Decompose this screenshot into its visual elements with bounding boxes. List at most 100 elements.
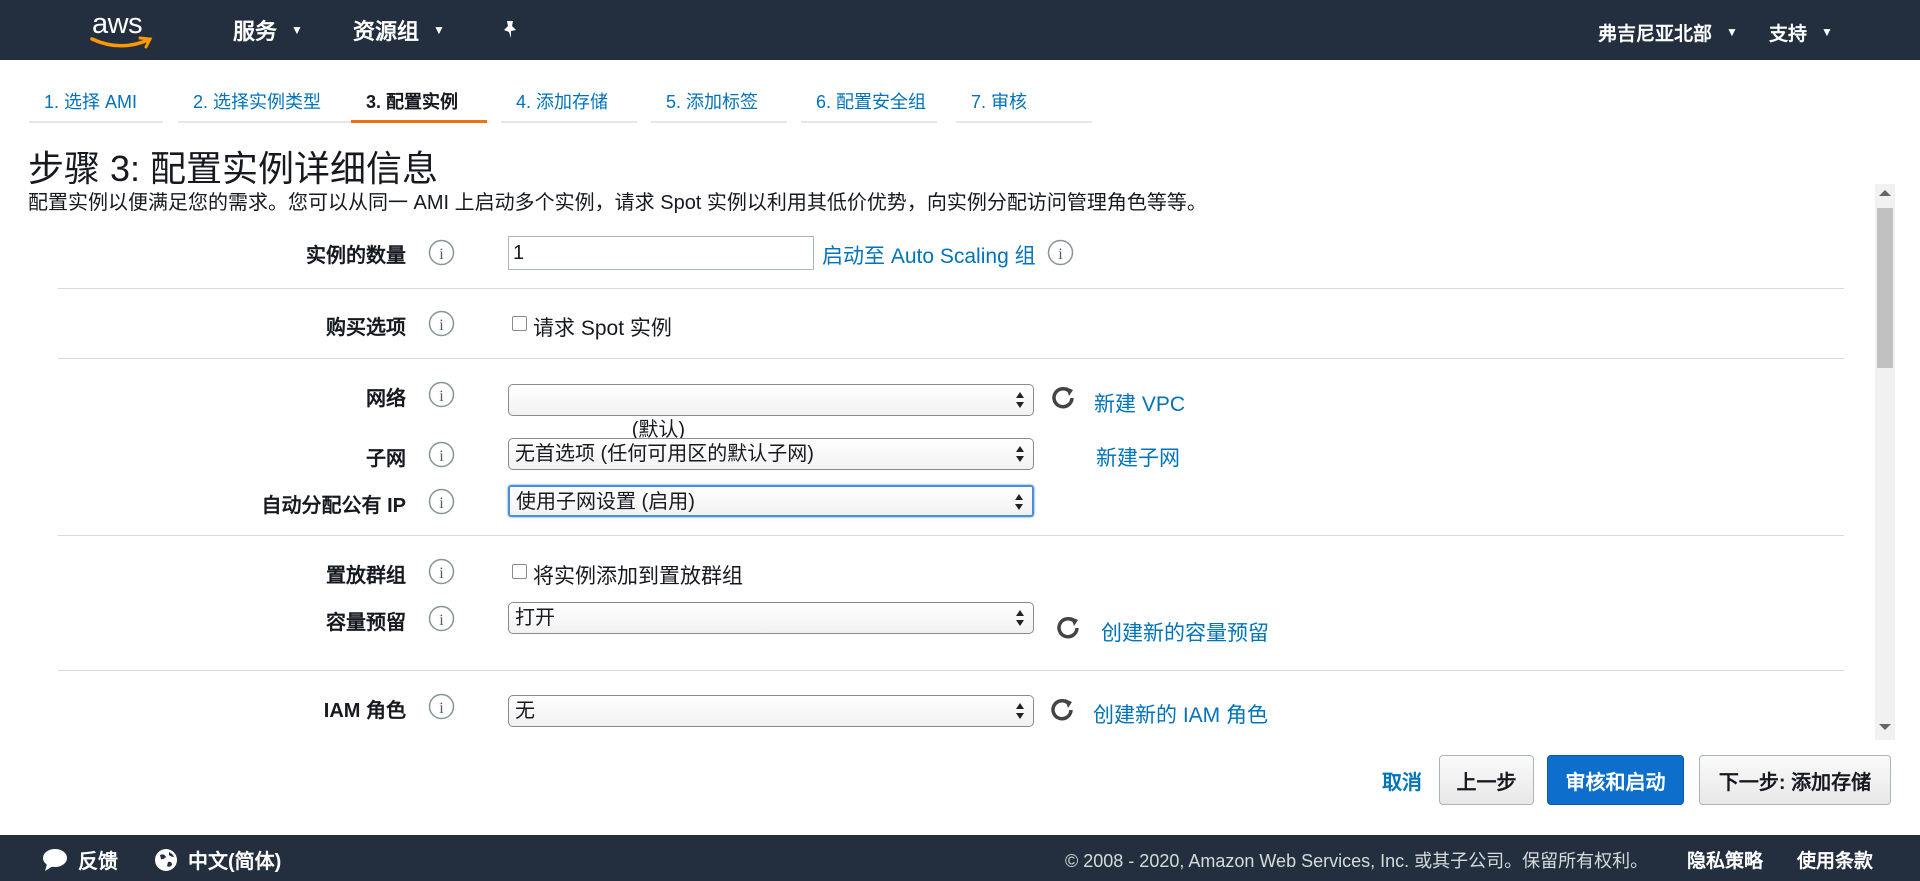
- select-arrows-icon: [1016, 703, 1024, 719]
- page-description: 配置实例以便满足您的需求。您可以从同一 AMI 上启动多个实例，请求 Spot …: [28, 192, 1207, 214]
- info-icon[interactable]: i: [428, 558, 455, 585]
- auto-scaling-link[interactable]: 启动至 Auto Scaling 组: [822, 240, 1036, 270]
- info-icon[interactable]: i: [428, 310, 455, 337]
- section-divider: [58, 358, 1844, 359]
- public-ip-label: 自动分配公有 IP: [261, 495, 406, 517]
- terms-of-use-link[interactable]: 使用条款: [1797, 846, 1873, 873]
- placement-group-checkbox-label: 将实例添加到置放群组: [533, 565, 743, 588]
- tab-add-tags[interactable]: 5. 添加标签: [651, 80, 787, 123]
- public-ip-select-value: 使用子网设置 (启用): [516, 491, 695, 513]
- support-menu[interactable]: 支持 ▼: [1769, 16, 1833, 48]
- info-icon[interactable]: i: [428, 381, 455, 408]
- select-arrows-icon: [1015, 494, 1023, 510]
- svg-text:i: i: [1058, 246, 1063, 263]
- spot-request-option[interactable]: 请求 Spot 实例: [512, 312, 672, 342]
- capacity-reservation-label: 容量预留: [326, 612, 406, 634]
- refresh-icon[interactable]: [1048, 696, 1076, 724]
- instance-count-label: 实例的数量: [306, 245, 406, 267]
- resource-groups-menu[interactable]: 资源组 ▼: [353, 14, 445, 46]
- info-icon[interactable]: i: [428, 488, 455, 515]
- cancel-button[interactable]: 取消: [1366, 755, 1438, 805]
- feedback-button[interactable]: 反馈: [42, 845, 118, 874]
- language-selector[interactable]: 中文(简体): [154, 845, 281, 874]
- aws-logo[interactable]: aws: [90, 8, 160, 52]
- svg-text:i: i: [439, 700, 444, 717]
- support-label: 支持: [1769, 23, 1808, 45]
- region-menu[interactable]: 弗吉尼亚北部 ▼: [1598, 16, 1738, 48]
- tab-add-storage[interactable]: 4. 添加存储: [501, 80, 637, 123]
- spot-request-checkbox[interactable]: [512, 315, 527, 331]
- next-add-storage-button[interactable]: 下一步: 添加存储: [1699, 755, 1891, 805]
- svg-text:i: i: [439, 317, 444, 334]
- subnet-select[interactable]: 无首选项 (任何可用区的默认子网): [508, 438, 1034, 470]
- iam-role-select[interactable]: 无: [508, 695, 1034, 727]
- svg-text:i: i: [439, 495, 444, 512]
- purchase-option-label: 购买选项: [326, 317, 406, 339]
- svg-text:i: i: [439, 448, 444, 465]
- tab-configure-instance[interactable]: 3. 配置实例: [351, 80, 487, 123]
- tab-configure-security-group[interactable]: 6. 配置安全组: [801, 80, 937, 123]
- globe-icon: [155, 848, 177, 871]
- previous-button[interactable]: 上一步: [1439, 755, 1534, 805]
- iam-role-value: 无: [515, 700, 535, 722]
- chevron-down-icon: ▼: [1821, 25, 1833, 39]
- iam-role-label: IAM 角色: [323, 700, 406, 722]
- copyright-text: © 2008 - 2020, Amazon Web Services, Inc.…: [1065, 851, 1649, 871]
- tab-review[interactable]: 7. 审核: [956, 80, 1092, 123]
- vertical-scrollbar[interactable]: [1875, 184, 1895, 740]
- page-title: 步骤 3: 配置实例详细信息: [28, 148, 439, 189]
- svg-text:i: i: [439, 388, 444, 405]
- info-icon[interactable]: i: [428, 693, 455, 720]
- placement-group-option[interactable]: 将实例添加到置放群组: [512, 560, 743, 590]
- scroll-down-arrow-icon[interactable]: [1879, 724, 1891, 730]
- scroll-up-arrow-icon[interactable]: [1879, 190, 1891, 196]
- smile-arrow-icon: [90, 36, 153, 49]
- create-vpc-link[interactable]: 新建 VPC: [1094, 388, 1185, 418]
- console-footer: 反馈 中文(简体) © 2008 - 2020, Amazon Web Serv…: [0, 835, 1920, 881]
- select-arrows-icon: [1016, 392, 1024, 408]
- tab-choose-ami[interactable]: 1. 选择 AMI: [29, 80, 163, 123]
- section-divider: [58, 288, 1844, 289]
- instance-count-input[interactable]: 1: [508, 236, 814, 270]
- create-iam-role-link[interactable]: 创建新的 IAM 角色: [1093, 699, 1268, 729]
- svg-text:i: i: [439, 612, 444, 629]
- capacity-reservation-select[interactable]: 打开: [508, 602, 1034, 634]
- placement-group-checkbox[interactable]: [512, 563, 527, 579]
- info-icon[interactable]: i: [428, 605, 455, 632]
- placement-group-label: 置放群组: [326, 565, 406, 587]
- chevron-down-icon: ▼: [291, 23, 303, 37]
- section-divider: [58, 535, 1844, 536]
- scrollbar-thumb[interactable]: [1877, 208, 1893, 368]
- subnet-select-value: 无首选项 (任何可用区的默认子网): [515, 443, 814, 465]
- network-select[interactable]: (默认): [508, 384, 1034, 441]
- select-arrows-icon: [1016, 610, 1024, 626]
- spot-request-label: 请求 Spot 实例: [533, 317, 672, 340]
- feedback-label: 反馈: [78, 851, 118, 873]
- select-arrows-icon: [1016, 446, 1024, 462]
- create-subnet-link[interactable]: 新建子网: [1096, 442, 1180, 472]
- refresh-icon[interactable]: [1054, 614, 1082, 642]
- capacity-reservation-value: 打开: [515, 607, 555, 629]
- refresh-icon[interactable]: [1049, 384, 1077, 412]
- speech-bubble-icon: [43, 848, 67, 871]
- language-label: 中文(简体): [188, 851, 282, 873]
- subnet-label: 子网: [366, 448, 406, 470]
- top-navigation-bar: aws 服务 ▼ 资源组 ▼ 弗吉尼亚北部 ▼ 支持 ▼: [0, 0, 1920, 60]
- review-and-launch-button[interactable]: 审核和启动: [1547, 755, 1684, 805]
- privacy-policy-link[interactable]: 隐私策略: [1687, 846, 1763, 873]
- svg-text:i: i: [439, 246, 444, 263]
- info-icon[interactable]: i: [428, 441, 455, 468]
- chevron-down-icon: ▼: [1726, 25, 1738, 39]
- chevron-down-icon: ▼: [433, 23, 445, 37]
- services-label: 服务: [233, 19, 278, 44]
- public-ip-select[interactable]: 使用子网设置 (启用): [508, 485, 1034, 517]
- services-menu[interactable]: 服务 ▼: [233, 14, 303, 46]
- info-icon[interactable]: i: [428, 239, 455, 266]
- create-capacity-reservation-link[interactable]: 创建新的容量预留: [1101, 617, 1269, 647]
- info-icon[interactable]: i: [1047, 239, 1074, 266]
- resource-groups-label: 资源组: [353, 19, 420, 44]
- pushpin-icon[interactable]: [498, 18, 522, 42]
- section-divider: [58, 670, 1844, 671]
- svg-text:i: i: [439, 565, 444, 582]
- tab-choose-instance-type[interactable]: 2. 选择实例类型: [178, 80, 362, 123]
